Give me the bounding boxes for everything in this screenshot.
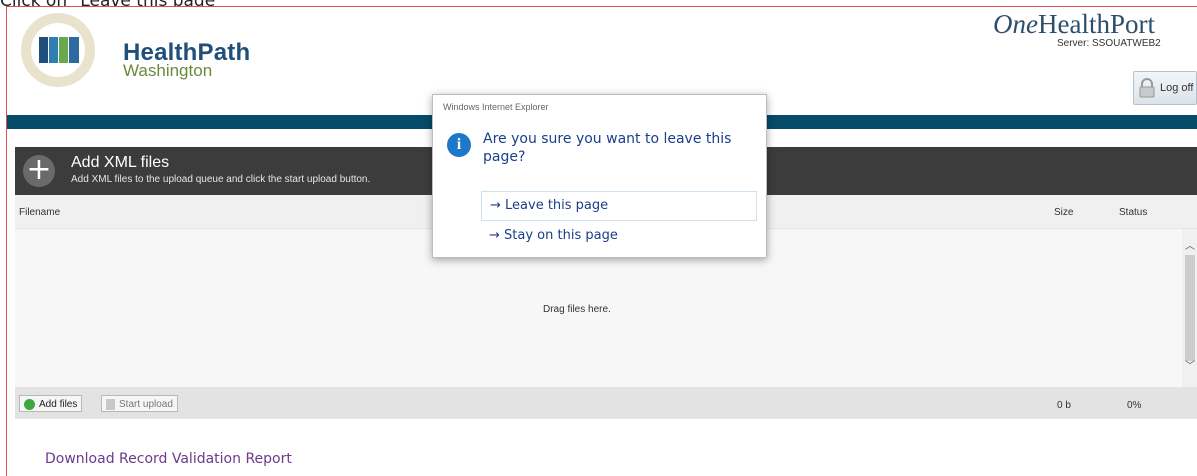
column-size: Size [1054,207,1074,218]
leave-page-button[interactable]: → Leave this page [481,191,757,221]
server-label: Server: SSOUATWEB2 [1057,38,1161,49]
dialog-message: Are you sure you want to leave this page… [483,131,732,165]
washington-state-icon [39,37,79,63]
upload-arrow-icon [106,398,115,410]
add-files-label: Add files [39,398,78,410]
logo-prefix: One [993,9,1038,39]
medicare-medicaid-seal-logo [21,13,95,87]
onehealthport-logo: OneHealthPort [993,9,1155,40]
total-size: 0 b [1057,400,1071,411]
download-report-link[interactable]: Download Record Validation Report [45,451,292,467]
logoff-label: Log off [1160,82,1194,94]
leave-page-dialog: Windows Internet Explorer i Are you sure… [432,94,767,258]
lock-icon [1139,78,1155,98]
start-upload-label: Start upload [119,398,173,410]
upload-description: Add XML files to the upload queue and cl… [71,174,371,185]
scroll-up-icon[interactable]: ︿ [1184,241,1196,253]
add-circle-icon [24,398,35,410]
vertical-scrollbar[interactable]: ︿ ﹀ [1182,229,1197,387]
drop-hint: Drag files here. [543,304,611,315]
scrollbar-thumb[interactable] [1185,255,1195,361]
upload-footer: Add files Start upload 0 b 0% [15,387,1197,419]
add-files-button[interactable]: Add files [19,395,83,412]
column-status: Status [1119,207,1148,218]
info-icon: i [447,133,471,157]
upload-title: Add XML files [71,154,170,171]
scroll-down-icon[interactable]: ﹀ [1184,361,1196,373]
logoff-button[interactable]: Log off [1133,71,1197,105]
total-status: 0% [1127,400,1142,411]
start-upload-button[interactable]: Start upload [101,395,178,412]
brand-subtitle: Washington [123,61,213,80]
add-plus-icon[interactable]: + [23,155,55,187]
dialog-window-title: Windows Internet Explorer [443,102,549,112]
stay-page-button[interactable]: → Stay on this page [481,222,757,252]
column-filename: Filename [19,207,61,218]
logo-suffix: HealthPort [1037,9,1155,39]
